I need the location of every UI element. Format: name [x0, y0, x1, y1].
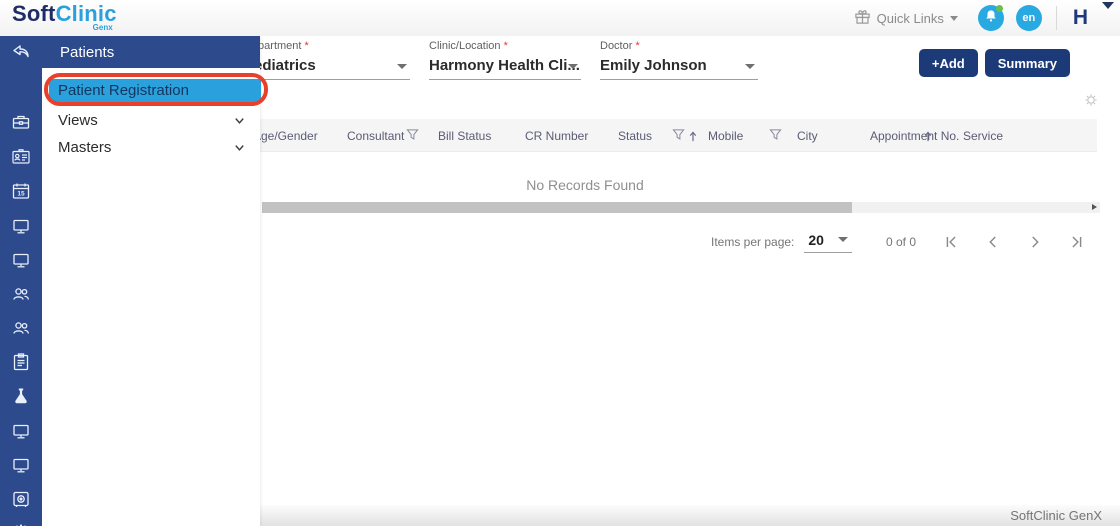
department-value: Pediatrics [244, 57, 316, 74]
calendar-icon[interactable]: 15 [11, 181, 31, 201]
back-arrow-icon[interactable] [11, 42, 31, 62]
quick-links-button[interactable]: Quick Links [854, 8, 958, 28]
page-size-select[interactable]: 20 [804, 232, 852, 253]
next-page-button[interactable] [1026, 233, 1044, 251]
gift-icon [854, 8, 871, 28]
required-marker: * [635, 40, 640, 52]
safe-icon[interactable] [11, 489, 31, 509]
column-status[interactable]: Status [618, 129, 652, 143]
filter-row: Department * Pediatrics Clinic/Location … [244, 40, 758, 80]
first-page-button[interactable] [942, 233, 960, 251]
gear-icon[interactable] [1083, 92, 1099, 108]
dropdown-arrow-icon [397, 64, 407, 69]
footer: SoftClinic GenX [260, 505, 1120, 526]
brand-logo: SoftClinic Genx [12, 3, 117, 32]
required-marker: * [304, 40, 309, 52]
doctor-select[interactable]: Doctor * Emily Johnson [600, 40, 758, 80]
profile-chevron-icon[interactable] [1102, 2, 1114, 9]
empty-state-message: No Records Found [526, 177, 644, 193]
menu-item-patient-registration[interactable]: Patient Registration [49, 79, 261, 102]
column-consultant[interactable]: Consultant [347, 129, 404, 143]
notifications-button[interactable] [977, 5, 1004, 31]
language-label: en [1022, 12, 1036, 24]
menu-item-label: Patient Registration [58, 82, 189, 99]
column-age-gender[interactable]: Age/Gender [253, 129, 318, 143]
filter-icon[interactable] [406, 128, 419, 141]
menu-item-label: Masters [58, 138, 112, 156]
column-cr-number[interactable]: CR Number [525, 129, 588, 143]
dropdown-arrow-icon [568, 64, 578, 69]
page-range-label: 0 of 0 [885, 235, 916, 249]
horizontal-scrollbar[interactable] [262, 202, 1100, 213]
bell-icon [984, 9, 998, 28]
clinic-value: Harmony Health Cli... [429, 57, 580, 74]
footer-brand-label: SoftClinic GenX [1010, 508, 1102, 523]
chevron-down-icon [233, 141, 246, 158]
sort-up-icon[interactable] [688, 131, 698, 142]
menu-header: Patients [42, 36, 260, 68]
patients-menu-panel: Patients Patient Registration Views Mast… [42, 36, 261, 526]
action-buttons: +Add Summary [918, 49, 1070, 77]
required-marker: * [503, 40, 508, 52]
department-select[interactable]: Department * Pediatrics [244, 40, 410, 80]
column-mobile[interactable]: Mobile [708, 129, 743, 143]
menu-item-label: Views [58, 111, 98, 129]
column-appointment-no[interactable]: Appointment No. [870, 129, 959, 143]
user-avatar[interactable]: H [1073, 6, 1088, 30]
column-city[interactable]: City [797, 129, 818, 143]
monitor-icon[interactable] [11, 250, 31, 270]
logo-text-soft: Soft [12, 1, 56, 26]
page-size-value: 20 [808, 231, 824, 248]
chevron-down-icon [233, 114, 246, 131]
topbar-actions: Quick Links en H [854, 0, 1106, 36]
add-button[interactable]: +Add [918, 49, 978, 77]
flask-icon[interactable] [11, 386, 31, 406]
briefcase-icon[interactable] [11, 112, 31, 132]
column-bill-status[interactable]: Bill Status [438, 129, 491, 143]
menu-item-masters[interactable]: Masters [42, 135, 260, 159]
scroll-right-arrow-icon[interactable] [1092, 204, 1097, 210]
quick-links-label: Quick Links [876, 10, 944, 26]
monitor-icon[interactable] [11, 455, 31, 475]
language-button[interactable]: en [1015, 5, 1042, 31]
scrollbar-thumb[interactable] [262, 202, 852, 213]
doctor-value: Emily Johnson [600, 57, 707, 74]
doctor-label: Doctor [600, 40, 633, 52]
summary-button[interactable]: Summary [984, 49, 1070, 77]
previous-page-button[interactable] [984, 233, 1002, 251]
pagination-bar: Items per page: 20 0 of 0 [711, 228, 1086, 256]
app-window: SoftClinic Genx Quick Links en H 15 Pati… [0, 0, 1120, 526]
top-bar: SoftClinic Genx Quick Links en H [0, 0, 1120, 36]
items-per-page-label: Items per page: [711, 235, 795, 249]
dropdown-arrow-icon [745, 64, 755, 69]
table-header-row: Age/Gender Consultant Bill Status CR Num… [253, 119, 1097, 152]
clinic-location-select[interactable]: Clinic/Location * Harmony Health Cli... [429, 40, 581, 80]
menu-item-views[interactable]: Views [42, 108, 260, 132]
id-card-icon[interactable] [11, 147, 31, 167]
dropdown-arrow-icon [837, 237, 848, 242]
pagination-nav [942, 233, 1086, 251]
chevron-down-icon [949, 15, 958, 21]
users-icon[interactable] [11, 318, 31, 338]
sort-up-icon[interactable] [923, 131, 933, 142]
users-icon[interactable] [11, 284, 31, 304]
svg-text:15: 15 [17, 191, 25, 198]
monitor-icon[interactable] [11, 421, 31, 441]
notification-badge [995, 5, 1003, 12]
filter-icon[interactable] [672, 128, 685, 141]
topbar-divider [1055, 6, 1057, 30]
clipboard-icon[interactable] [11, 352, 31, 372]
last-page-button[interactable] [1068, 233, 1086, 251]
column-service[interactable]: Service [963, 129, 1003, 143]
monitor-icon[interactable] [11, 216, 31, 236]
menu-header-label: Patients [60, 43, 115, 61]
sidebar: 15 [0, 36, 42, 526]
clinic-label: Clinic/Location [429, 40, 501, 52]
filter-icon[interactable] [769, 128, 782, 141]
